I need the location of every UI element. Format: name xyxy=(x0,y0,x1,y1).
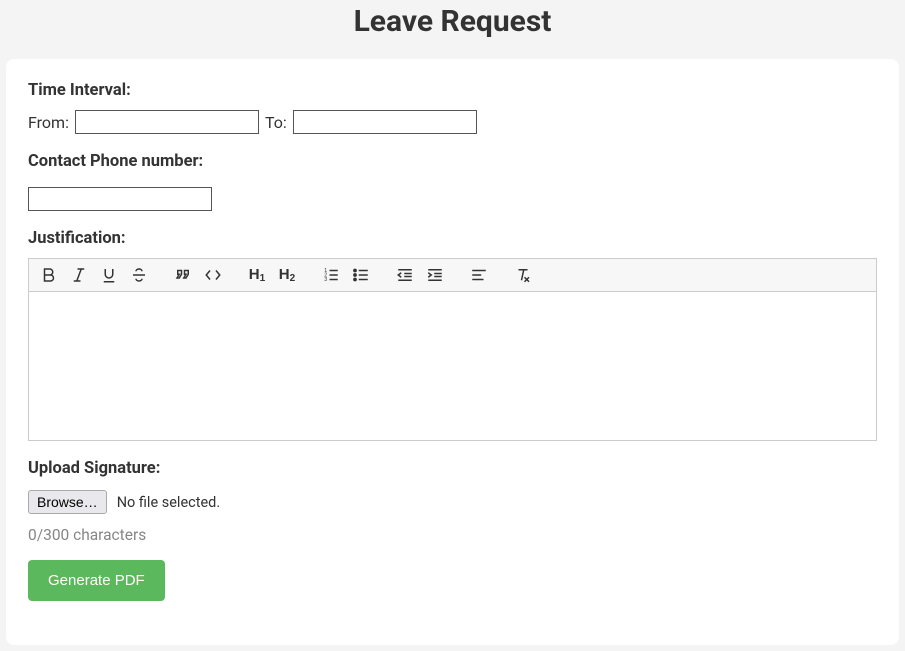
code-block-icon[interactable] xyxy=(203,265,223,285)
header2-icon[interactable]: H2 xyxy=(277,265,297,285)
justification-editor-content[interactable] xyxy=(29,292,876,440)
upload-label: Upload Signature: xyxy=(28,459,877,478)
phone-section: Contact Phone number: xyxy=(28,152,877,211)
ordered-list-icon[interactable]: 123 xyxy=(321,265,341,285)
phone-input[interactable] xyxy=(28,187,212,211)
phone-label: Contact Phone number: xyxy=(28,152,877,171)
from-input[interactable] xyxy=(75,110,259,134)
blockquote-icon[interactable] xyxy=(173,265,193,285)
justification-label: Justification: xyxy=(28,229,877,248)
char-counter: 0/300 characters xyxy=(28,526,877,544)
svg-text:3: 3 xyxy=(324,277,327,283)
editor-toolbar: H1 H2 123 xyxy=(29,259,876,292)
justification-section: Justification: xyxy=(28,229,877,441)
bold-icon[interactable] xyxy=(39,265,59,285)
generate-pdf-button[interactable]: Generate PDF xyxy=(28,560,165,601)
align-left-icon[interactable] xyxy=(469,265,489,285)
strikethrough-icon[interactable] xyxy=(129,265,149,285)
indent-icon[interactable] xyxy=(425,265,445,285)
page-title: Leave Request xyxy=(0,4,905,39)
time-interval-section: Time Interval: From: To: xyxy=(28,81,877,134)
from-label: From: xyxy=(28,113,69,132)
outdent-icon[interactable] xyxy=(395,265,415,285)
to-label: To: xyxy=(265,113,287,132)
time-interval-label: Time Interval: xyxy=(28,81,877,100)
form-card: Time Interval: From: To: Contact Phone n… xyxy=(6,59,899,645)
header1-icon[interactable]: H1 xyxy=(247,265,267,285)
file-selected-text: No file selected. xyxy=(117,494,220,511)
upload-section: Upload Signature: Browse… No file select… xyxy=(28,459,877,601)
to-input[interactable] xyxy=(293,110,477,134)
underline-icon[interactable] xyxy=(99,265,119,285)
unordered-list-icon[interactable] xyxy=(351,265,371,285)
italic-icon[interactable] xyxy=(69,265,89,285)
rich-text-editor: H1 H2 123 xyxy=(28,258,877,441)
clear-format-icon[interactable] xyxy=(513,265,533,285)
browse-button[interactable]: Browse… xyxy=(28,490,107,514)
